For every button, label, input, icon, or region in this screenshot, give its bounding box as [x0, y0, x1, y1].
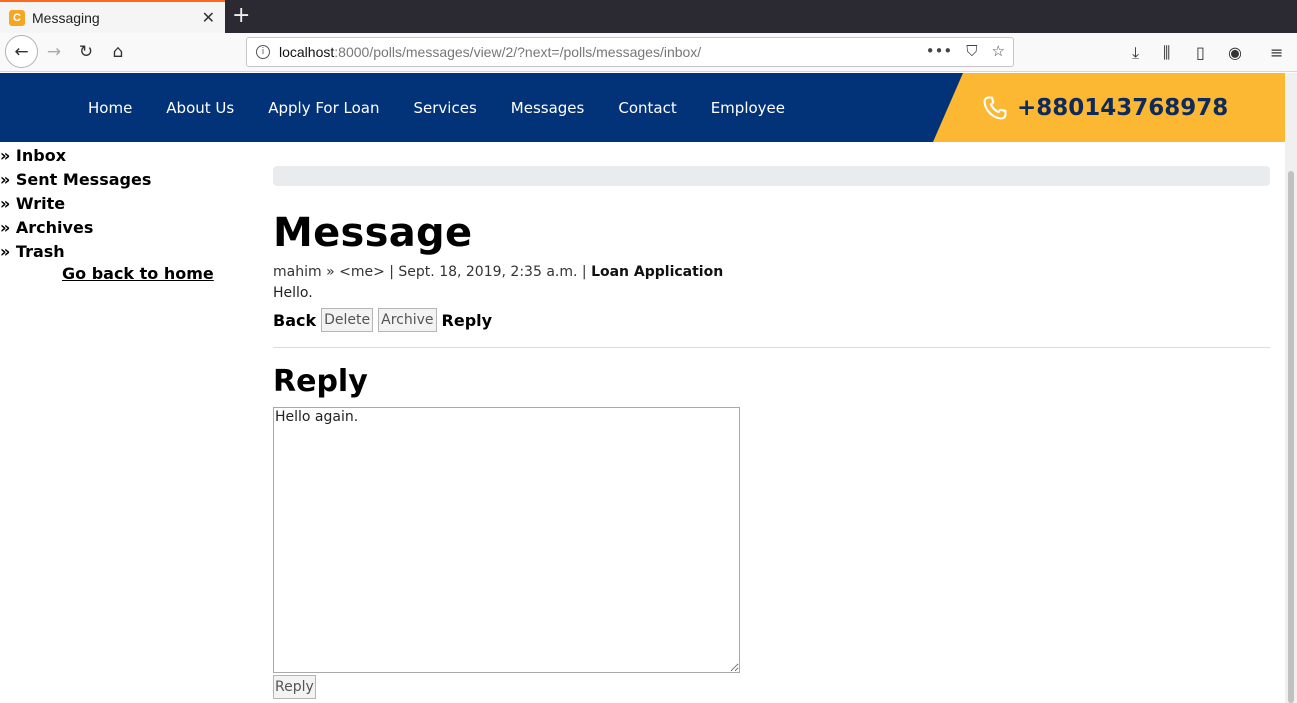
menu-item-apply-for-loan[interactable]: Apply For Loan [268, 99, 379, 117]
archive-button[interactable]: Archive [378, 308, 437, 332]
messages-sidebar: » Inbox » Sent Messages » Write » Archiv… [0, 144, 240, 264]
menu-item-employee[interactable]: Employee [711, 99, 785, 117]
message-subject: Loan Application [591, 264, 724, 280]
browser-tab[interactable]: C Messaging ✕ [0, 0, 225, 33]
site-info-icon[interactable]: i [256, 45, 270, 59]
phone-box: +880143768978 [933, 73, 1285, 142]
divider [273, 347, 1270, 348]
bookmark-star-icon[interactable]: ☆ [992, 42, 1005, 60]
menu-item-services[interactable]: Services [414, 99, 477, 117]
sidebar-item-inbox[interactable]: » Inbox [0, 144, 240, 168]
site-header: Home About Us Apply For Loan Services Me… [0, 73, 1285, 142]
reply-textarea[interactable]: Hello again. [273, 407, 740, 673]
browser-toolbar: ← → ↻ ⌂ i localhost:8000/polls/messages/… [0, 33, 1297, 72]
reply-link[interactable]: Reply [442, 311, 493, 330]
menu-item-about-us[interactable]: About Us [166, 99, 234, 117]
phone-icon [983, 95, 1007, 120]
back-link[interactable]: Back [273, 311, 316, 330]
delete-button[interactable]: Delete [321, 308, 374, 332]
sidebar-item-sent-messages[interactable]: » Sent Messages [0, 168, 240, 192]
home-icon[interactable]: ⌂ [103, 36, 133, 68]
main-menu: Home About Us Apply For Loan Services Me… [88, 73, 819, 142]
menu-hamburger-icon[interactable]: ≡ [1270, 43, 1283, 62]
reply-submit-button[interactable]: Reply [273, 675, 316, 699]
breadcrumb-bar [273, 166, 1270, 186]
go-back-home-link[interactable]: Go back to home [62, 264, 214, 283]
scrollbar-thumb[interactable] [1288, 171, 1294, 703]
page-scrollbar[interactable] [1285, 73, 1297, 703]
message-actions: Back Delete Archive Reply [273, 307, 1270, 333]
library-icon[interactable]: ⫼ [1163, 43, 1170, 63]
sidebar-item-trash[interactable]: » Trash [0, 240, 240, 264]
site-favicon-icon: C [9, 9, 25, 26]
tab-title: Messaging [32, 9, 100, 26]
menu-item-home[interactable]: Home [88, 99, 132, 117]
forward-arrow-icon[interactable]: → [39, 36, 69, 68]
message-meta: mahim » <me> | Sept. 18, 2019, 2:35 a.m.… [273, 264, 1270, 280]
sidebar-toggle-icon[interactable]: ▯ [1196, 43, 1205, 62]
browser-tab-bar: C Messaging ✕ + [0, 0, 1297, 33]
close-tab-icon[interactable]: ✕ [202, 8, 215, 27]
reload-icon[interactable]: ↻ [71, 36, 101, 68]
pocket-icon[interactable]: ⛉ [966, 42, 977, 60]
back-arrow-icon[interactable]: ← [5, 35, 38, 68]
page-actions-icon[interactable]: ••• [926, 42, 953, 60]
url-text: localhost:8000/polls/messages/view/2/?ne… [279, 44, 702, 60]
message-view: Message mahim » <me> | Sept. 18, 2019, 2… [273, 166, 1270, 699]
phone-number: +880143768978 [1017, 94, 1229, 121]
menu-item-contact[interactable]: Contact [618, 99, 676, 117]
address-bar[interactable]: i localhost:8000/polls/messages/view/2/?… [246, 37, 1014, 67]
download-icon[interactable]: ⤓ [1132, 43, 1139, 63]
reply-heading: Reply [273, 364, 368, 399]
sidebar-item-archives[interactable]: » Archives [0, 216, 240, 240]
message-body: Hello. [273, 285, 313, 301]
menu-item-messages[interactable]: Messages [511, 99, 585, 117]
page-title: Message [273, 210, 473, 256]
new-tab-icon[interactable]: + [232, 3, 250, 28]
account-icon[interactable]: ◉ [1228, 43, 1242, 62]
message-sender-date: mahim » <me> | Sept. 18, 2019, 2:35 a.m.… [273, 264, 587, 280]
sidebar-item-write[interactable]: » Write [0, 192, 240, 216]
